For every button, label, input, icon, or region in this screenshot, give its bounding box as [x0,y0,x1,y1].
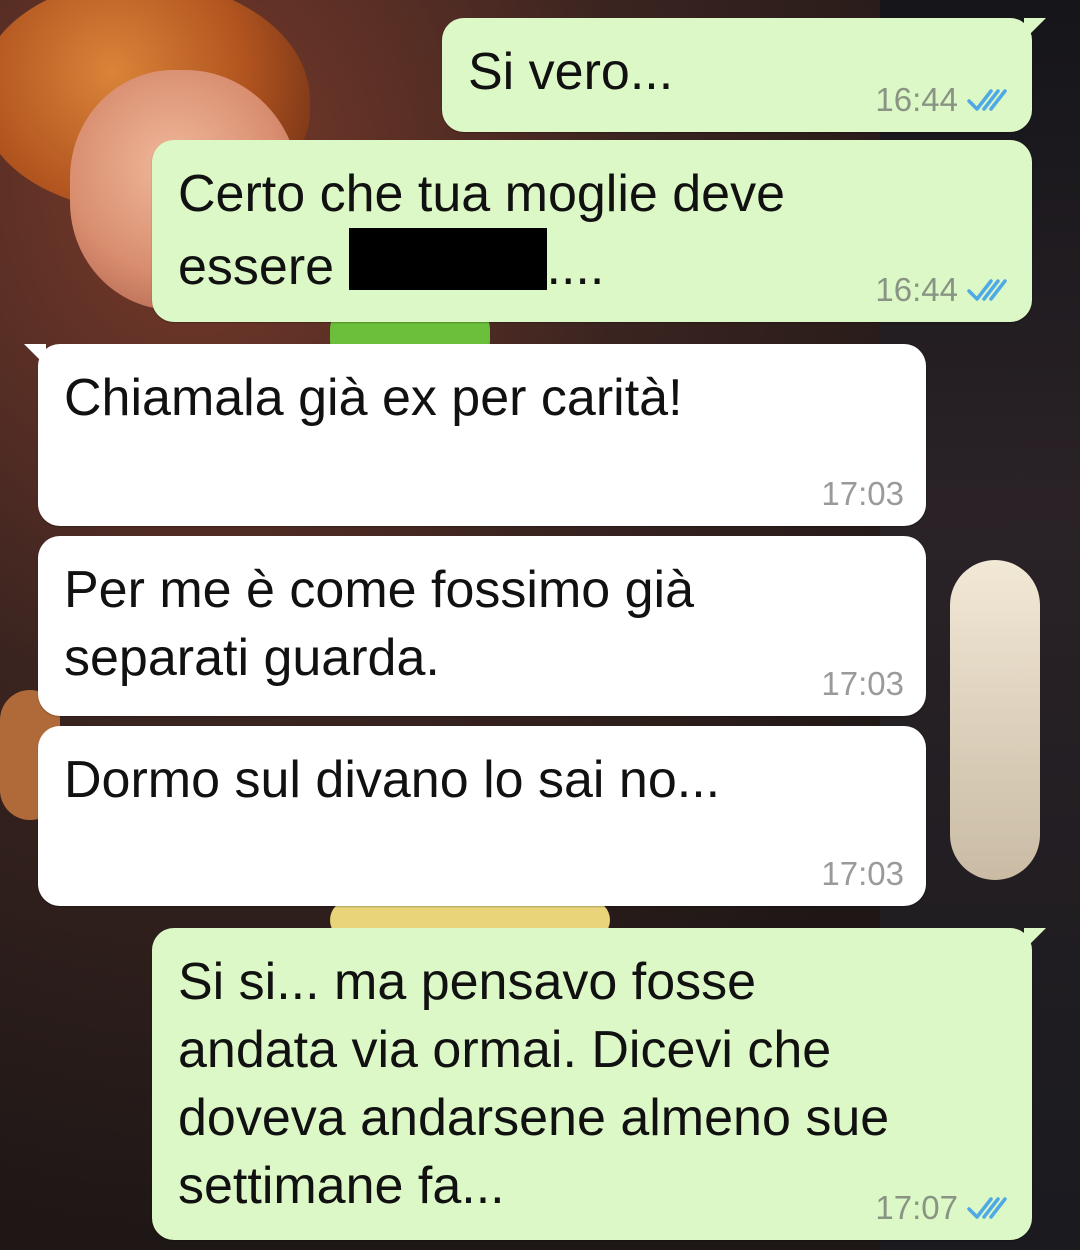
message-time: 17:03 [821,665,904,702]
message-meta: 16:44 [875,270,1010,310]
message-time: 17:07 [875,1189,958,1226]
message-meta: 17:03 [821,664,904,704]
message-bubble-outgoing[interactable]: Si si... ma pensavo fosse andata via orm… [152,928,1046,1240]
message-text: Si si... ma pensavo fosse andata via orm… [178,948,889,1220]
double-check-icon [967,89,1007,111]
message-time: 16:44 [875,81,958,118]
message-meta: 17:03 [821,474,904,514]
message-bubble-incoming[interactable]: Chiamala già ex per carità! 17:03 [24,344,926,526]
message-time: 17:03 [821,475,904,512]
message-time: 16:44 [875,271,958,308]
message-line: doveva andarsene almeno sue [178,1089,890,1147]
message-meta: 17:03 [821,854,904,894]
message-line: essere [178,238,335,296]
message-line: Si si... ma pensavo fosse [178,953,757,1011]
message-text: Chiamala già ex per carità! [64,369,683,427]
message-bubble-outgoing[interactable]: Certo che tua moglie deve essere .... 16… [152,140,1032,322]
message-line: separati guarda. [64,629,440,687]
message-line: andata via ormai. Dicevi che [178,1021,832,1079]
message-line: Per me è come fossimo già [64,561,695,619]
message-bubble-incoming[interactable]: Per me è come fossimo già separati guard… [38,536,926,716]
double-check-icon [967,1197,1007,1219]
message-text: Certo che tua moglie deve essere .... [178,160,785,301]
message-meta: 16:44 [875,80,1010,120]
message-meta: 17:07 [875,1188,1010,1228]
redaction-box [348,228,547,290]
message-bubble-outgoing[interactable]: Si vero... 16:44 [442,18,1046,132]
message-time: 17:03 [821,855,904,892]
double-check-icon [967,279,1007,301]
message-line: settimane fa... [178,1157,505,1215]
message-text: Dormo sul divano lo sai no... [64,751,721,809]
message-text: Per me è come fossimo già separati guard… [64,556,694,692]
message-line: Certo che tua moglie deve [178,165,786,223]
message-line: .... [546,238,605,296]
message-text: Si vero... [468,43,674,101]
message-bubble-incoming[interactable]: Dormo sul divano lo sai no... 17:03 [38,726,926,906]
